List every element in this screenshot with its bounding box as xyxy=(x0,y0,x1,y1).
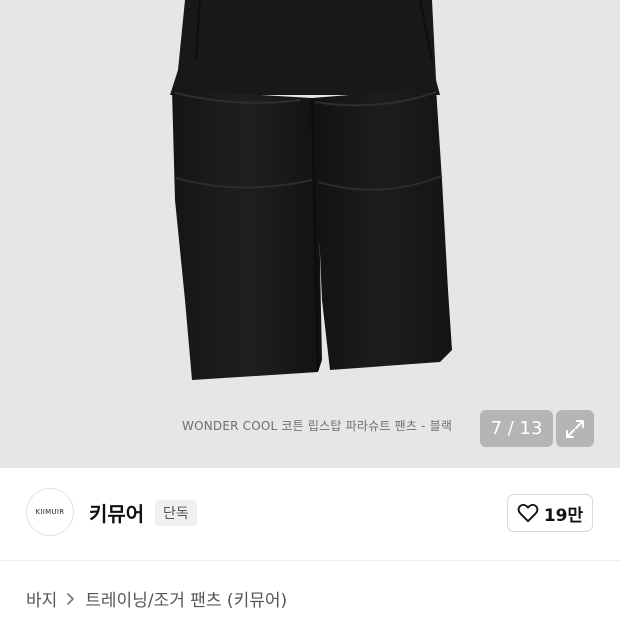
product-image-gallery[interactable]: WONDER COOL 코튼 립스탑 파라슈트 팬츠 - 블랙 7 / 13 xyxy=(0,0,620,468)
expand-arrows-icon xyxy=(566,419,584,438)
exclusive-badge: 단독 xyxy=(155,500,197,526)
like-button[interactable]: 19만 xyxy=(507,494,593,532)
product-image[interactable] xyxy=(0,0,620,468)
brand-logo[interactable]: KIIMUIR xyxy=(26,488,74,536)
category-breadcrumb: 바지 트레이닝/조거 팬츠 (키뮤어) xyxy=(26,586,287,611)
expand-image-button[interactable] xyxy=(556,410,594,447)
chevron-right-icon xyxy=(67,592,75,605)
breadcrumb-item-training-jogger[interactable]: 트레이닝/조거 팬츠 (키뮤어) xyxy=(85,586,287,611)
like-count: 19만 xyxy=(543,505,584,526)
image-counter: 7 / 13 xyxy=(480,410,553,447)
product-image-caption: WONDER COOL 코튼 립스탑 파라슈트 팬츠 - 블랙 xyxy=(182,419,453,433)
breadcrumb-item-pants[interactable]: 바지 xyxy=(26,586,57,611)
brand-name-link[interactable]: 키뮤어 xyxy=(89,498,144,527)
brand-logo-text: KIIMUIR xyxy=(35,508,65,516)
heart-outline-icon xyxy=(517,503,539,523)
